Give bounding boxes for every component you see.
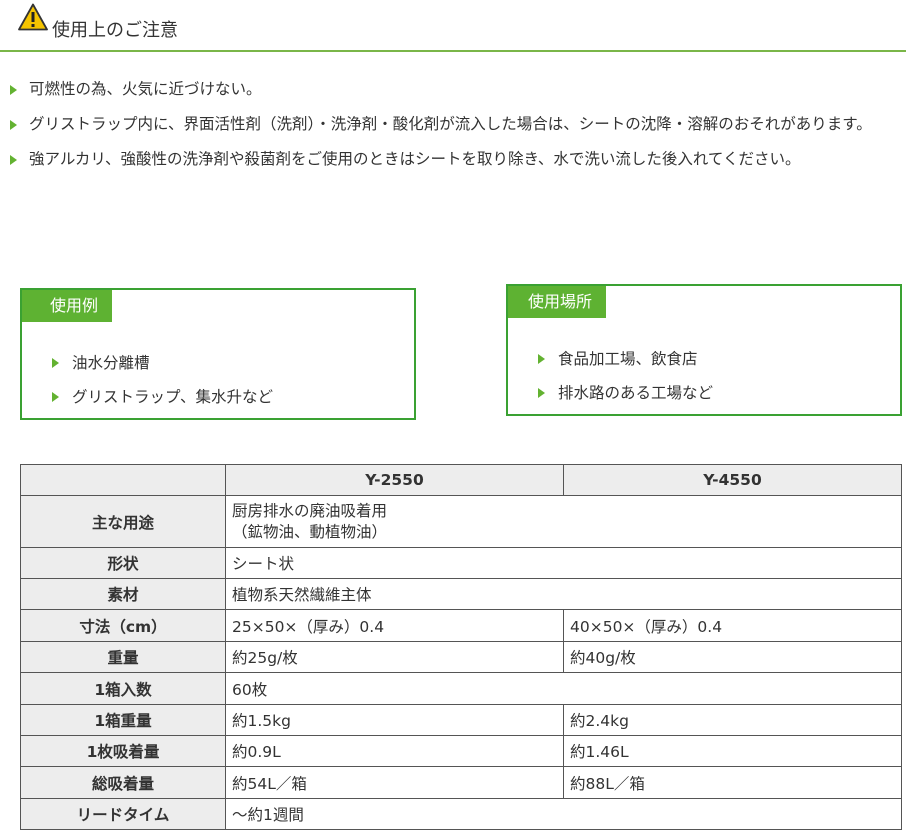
table-row: 寸法（cm） 25×50×（厚み）0.4 40×50×（厚み）0.4 [20, 609, 902, 642]
caution-title: 使用上のご注意 [52, 20, 178, 41]
row-label: 1箱入数 [20, 672, 226, 705]
row-label: 素材 [20, 578, 226, 610]
column-header-y4550: Y-4550 [563, 464, 902, 496]
list-item-text: 食品加工場、飲食店 [558, 350, 698, 368]
list-item: 排水路のある工場など [538, 376, 713, 410]
column-header-blank [20, 464, 226, 496]
note-item: 強アルカリ、強酸性の洗浄剤や殺菌剤をご使用のときはシートを取り除き、水で洗い流し… [10, 142, 900, 177]
bullet-arrow-icon [538, 354, 545, 364]
row-value-line: （鉱物油、動植物油） [232, 522, 388, 541]
usage-places-label: 使用場所 [508, 286, 607, 318]
row-value-y2550: 約54L／箱 [225, 766, 564, 799]
caution-notes: 可燃性の為、火気に近づけない。 グリストラップ内に、界面活性剤（洗剤）・洗浄剤・… [10, 72, 900, 177]
row-label: 1箱重量 [20, 704, 226, 736]
note-text: 可燃性の為、火気に近づけない。 [29, 80, 262, 98]
row-value-y4550: 約2.4kg [563, 704, 902, 736]
table-row: 形状 シート状 [20, 547, 902, 579]
table-row: 重量 約25g/枚 約40g/枚 [20, 641, 902, 673]
table-row: 1箱入数 60枚 [20, 672, 902, 705]
row-value-y2550: 約1.5kg [225, 704, 564, 736]
bullet-arrow-icon [10, 85, 17, 95]
row-label: 総吸着量 [20, 766, 226, 799]
table-row: 総吸着量 約54L／箱 約88L／箱 [20, 766, 902, 799]
bullet-arrow-icon [52, 358, 59, 368]
spec-table: Y-2550 Y-4550 主な用途 厨房排水の廃油吸着用 （鉱物油、動植物油）… [20, 464, 902, 830]
row-value-y4550: 約88L／箱 [563, 766, 902, 799]
list-item: 食品加工場、飲食店 [538, 342, 713, 376]
table-header-row: Y-2550 Y-4550 [20, 464, 902, 496]
row-value-y2550: 25×50×（厚み）0.4 [225, 609, 564, 642]
row-value: 厨房排水の廃油吸着用 （鉱物油、動植物油） [225, 495, 902, 548]
row-value: ～約1週間 [225, 798, 902, 830]
note-text: グリストラップ内に、界面活性剤（洗剤）・洗浄剤・酸化剤が流入した場合は、シートの… [29, 115, 872, 133]
table-row: 素材 植物系天然繊維主体 [20, 578, 902, 610]
list-item: 油水分離槽 [52, 346, 273, 380]
usage-places-box: 使用場所 食品加工場、飲食店 排水路のある工場など [506, 284, 902, 416]
usage-examples-label: 使用例 [22, 290, 113, 322]
list-item-text: グリストラップ、集水升など [72, 388, 274, 406]
row-value-y4550: 約40g/枚 [563, 641, 902, 673]
bullet-arrow-icon [10, 120, 17, 130]
table-row: 主な用途 厨房排水の廃油吸着用 （鉱物油、動植物油） [20, 495, 902, 548]
bullet-arrow-icon [538, 388, 545, 398]
row-value: 植物系天然繊維主体 [225, 578, 902, 610]
column-header-y2550: Y-2550 [225, 464, 564, 496]
row-value-y2550: 約25g/枚 [225, 641, 564, 673]
row-value-y4550: 約1.46L [563, 735, 902, 767]
bullet-arrow-icon [52, 392, 59, 402]
usage-places-list: 食品加工場、飲食店 排水路のある工場など [538, 342, 713, 410]
caution-header: 使用上のご注意 [0, 0, 906, 52]
row-label: 重量 [20, 641, 226, 673]
table-row: 1枚吸着量 約0.9L 約1.46L [20, 735, 902, 767]
bullet-arrow-icon [10, 155, 17, 165]
row-label: 寸法（cm） [20, 609, 226, 642]
row-label: 1枚吸着量 [20, 735, 226, 767]
list-item-text: 油水分離槽 [72, 354, 150, 372]
row-value: 60枚 [225, 672, 902, 705]
row-label: 形状 [20, 547, 226, 579]
list-item-text: 排水路のある工場など [558, 384, 714, 402]
usage-examples-box: 使用例 油水分離槽 グリストラップ、集水升など [20, 288, 416, 420]
row-value-line: 厨房排水の廃油吸着用 [232, 501, 388, 520]
note-item: グリストラップ内に、界面活性剤（洗剤）・洗浄剤・酸化剤が流入した場合は、シートの… [10, 107, 900, 142]
row-value-y4550: 40×50×（厚み）0.4 [563, 609, 902, 642]
note-text: 強アルカリ、強酸性の洗浄剤や殺菌剤をご使用のときはシートを取り除き、水で洗い流し… [29, 150, 801, 168]
warning-icon [18, 3, 48, 31]
row-label: リードタイム [20, 798, 226, 830]
table-row: リードタイム ～約1週間 [20, 798, 902, 830]
row-value-y2550: 約0.9L [225, 735, 564, 767]
usage-examples-list: 油水分離槽 グリストラップ、集水升など [52, 346, 273, 414]
row-value: シート状 [225, 547, 902, 579]
list-item: グリストラップ、集水升など [52, 380, 273, 414]
table-row: 1箱重量 約1.5kg 約2.4kg [20, 704, 902, 736]
row-label: 主な用途 [20, 495, 226, 548]
note-item: 可燃性の為、火気に近づけない。 [10, 72, 900, 107]
